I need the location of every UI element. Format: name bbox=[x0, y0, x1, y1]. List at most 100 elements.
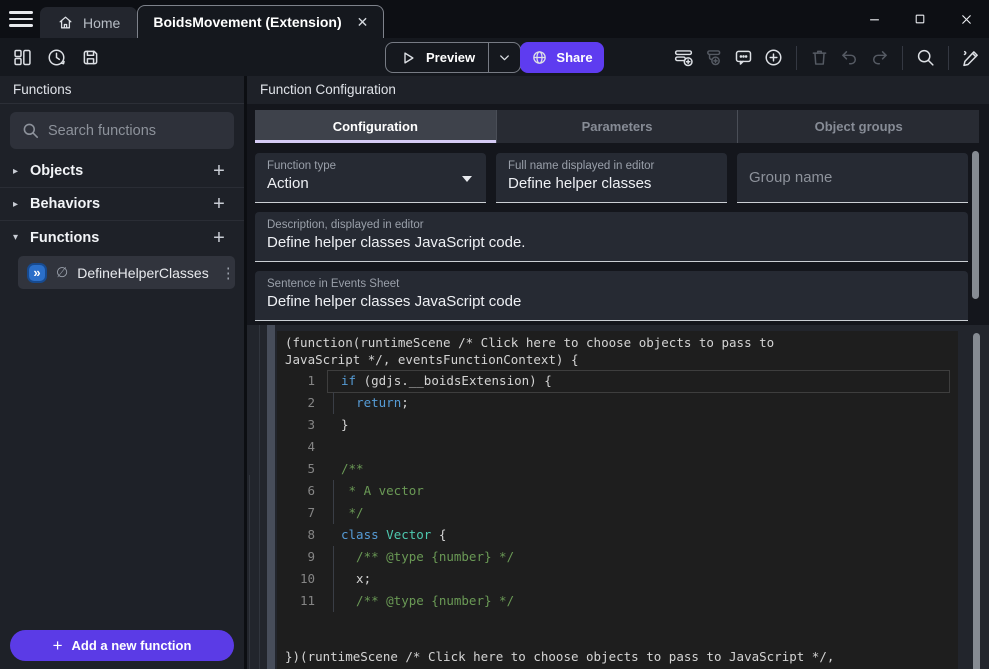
code-line-content: /** bbox=[329, 458, 364, 480]
close-window-button[interactable] bbox=[943, 0, 989, 38]
line-number: 9 bbox=[277, 546, 329, 568]
code-line-content: return; bbox=[329, 392, 409, 414]
code-line-content: /** @type {number} */ bbox=[329, 546, 514, 568]
event-indent-guide bbox=[249, 475, 250, 669]
sidebar-item-label: DefineHelperClasses bbox=[77, 265, 209, 281]
toolbar-left-icons bbox=[12, 42, 101, 72]
tab-parameters[interactable]: Parameters bbox=[496, 110, 738, 143]
add-objects-button[interactable]: + bbox=[207, 161, 231, 181]
preview-button[interactable]: Preview bbox=[386, 43, 488, 72]
code-line[interactable]: 4 bbox=[277, 436, 958, 458]
code-line[interactable]: 8class Vector { bbox=[277, 524, 958, 546]
layout-icon[interactable] bbox=[12, 47, 33, 68]
sidebar-section-label: Functions bbox=[30, 230, 207, 246]
code-token bbox=[341, 395, 356, 410]
configuration-tabs: Configuration Parameters Object groups bbox=[255, 110, 979, 143]
sentence-field: Sentence in Events Sheet bbox=[255, 271, 968, 321]
function-type-value: Action bbox=[267, 175, 474, 192]
preview-dropdown-button[interactable] bbox=[489, 43, 520, 72]
add-new-function-button[interactable]: + Add a new function bbox=[10, 630, 234, 661]
search-icon[interactable] bbox=[915, 47, 936, 68]
private-icon: ∅ bbox=[56, 264, 68, 281]
save-icon[interactable] bbox=[80, 47, 101, 68]
code-line[interactable]: 9 /** @type {number} */ bbox=[277, 546, 958, 568]
menu-button[interactable] bbox=[9, 8, 33, 30]
code-line[interactable]: 6 * A vector bbox=[277, 480, 958, 502]
code-lines[interactable]: 1if (gdjs.__boidsExtension) {2 return;3}… bbox=[277, 370, 958, 612]
add-new-function-label: Add a new function bbox=[72, 638, 192, 653]
add-functions-button[interactable]: + bbox=[207, 228, 231, 248]
sidebar-section-objects[interactable]: ▸Objects+ bbox=[0, 155, 244, 188]
sentence-input[interactable] bbox=[267, 293, 956, 310]
share-button[interactable]: Share bbox=[520, 42, 604, 73]
tab-home-label: Home bbox=[83, 15, 120, 31]
code-line[interactable]: 1if (gdjs.__boidsExtension) { bbox=[277, 370, 958, 392]
line-number: 3 bbox=[277, 414, 329, 436]
code-line[interactable]: 11 /** @type {number} */ bbox=[277, 590, 958, 612]
add-comment-icon[interactable] bbox=[733, 47, 754, 68]
tab-object-groups[interactable]: Object groups bbox=[737, 110, 979, 143]
sidebar-section-label: Behaviors bbox=[30, 196, 207, 212]
add-behaviors-button[interactable]: + bbox=[207, 194, 231, 214]
events-sheet: (function(runtimeScene /* Click here to … bbox=[247, 325, 989, 669]
maximize-button[interactable] bbox=[897, 0, 943, 38]
form-scrollbar[interactable] bbox=[972, 151, 979, 299]
sidebar-section-label: Objects bbox=[30, 163, 207, 179]
functions-sidebar: Functions ▸Objects+▸Behaviors+▾Functions… bbox=[0, 76, 247, 669]
toolbar-divider bbox=[796, 46, 797, 70]
sidebar-section-functions[interactable]: ▾Functions+ bbox=[0, 221, 244, 254]
tab-close-icon[interactable]: ✕ bbox=[357, 14, 369, 31]
full-name-field: Full name displayed in editor bbox=[496, 153, 727, 203]
function-type-select[interactable]: Function type Action bbox=[255, 153, 486, 203]
code-editor-scrollbar[interactable] bbox=[973, 333, 980, 669]
sidebar-section-behaviors[interactable]: ▸Behaviors+ bbox=[0, 188, 244, 221]
code-line[interactable]: 7 */ bbox=[277, 502, 958, 524]
globe-icon bbox=[531, 49, 548, 66]
javascript-code-editor[interactable]: (function(runtimeScene /* Click here to … bbox=[277, 331, 958, 669]
code-token: /** @type {number} */ bbox=[341, 593, 514, 608]
item-menu-icon[interactable]: ⋮ bbox=[218, 264, 239, 282]
code-token: * A vector bbox=[341, 483, 424, 498]
line-number: 1 bbox=[277, 370, 329, 392]
tab-boidsmovement-extension[interactable]: BoidsMovement (Extension) ✕ bbox=[137, 5, 384, 38]
code-line-content: */ bbox=[329, 502, 364, 524]
home-icon bbox=[57, 14, 74, 31]
chevron-right-icon: ▸ bbox=[13, 166, 30, 177]
code-wrapper-footer[interactable]: })(runtimeScene /* Click here to choose … bbox=[277, 612, 958, 669]
minimize-button[interactable] bbox=[851, 0, 897, 38]
preview-label: Preview bbox=[426, 50, 475, 65]
history-icon[interactable] bbox=[46, 47, 67, 68]
titlebar: Home BoidsMovement (Extension) ✕ bbox=[0, 0, 989, 38]
function-type-label: Function type bbox=[267, 160, 474, 172]
code-token: Vector bbox=[386, 527, 431, 542]
tab-home[interactable]: Home bbox=[40, 7, 137, 38]
function-icon: » bbox=[27, 263, 47, 283]
line-number: 2 bbox=[277, 392, 329, 414]
full-name-input[interactable] bbox=[508, 175, 715, 192]
edit-code-icon[interactable] bbox=[961, 47, 982, 68]
sidebar-title: Functions bbox=[0, 76, 244, 104]
code-line[interactable]: 5/** bbox=[277, 458, 958, 480]
search-functions-input[interactable] bbox=[10, 112, 234, 149]
code-header-line: JavaScript */, eventsFunctionContext) { bbox=[285, 351, 952, 368]
sentence-label: Sentence in Events Sheet bbox=[267, 278, 956, 290]
event-drag-handle[interactable] bbox=[267, 325, 275, 669]
group-name-input[interactable] bbox=[749, 169, 956, 186]
code-line[interactable]: 10 x; bbox=[277, 568, 958, 590]
chevron-right-icon: ▸ bbox=[13, 199, 30, 210]
add-circle-icon[interactable] bbox=[763, 47, 784, 68]
code-header-line: (function(runtimeScene /* Click here to … bbox=[285, 334, 952, 351]
code-line[interactable]: 3} bbox=[277, 414, 958, 436]
code-wrapper-header[interactable]: (function(runtimeScene /* Click here to … bbox=[277, 331, 958, 370]
sidebar-tree: ▸Objects+▸Behaviors+▾Functions+»∅DefineH… bbox=[0, 155, 244, 630]
code-token: x; bbox=[341, 571, 371, 586]
add-event-icon[interactable] bbox=[673, 47, 694, 68]
tab-configuration[interactable]: Configuration bbox=[255, 110, 496, 143]
line-number: 6 bbox=[277, 480, 329, 502]
sidebar-item-definehelperclasses[interactable]: »∅DefineHelperClasses⋮ bbox=[18, 256, 235, 289]
line-number: 8 bbox=[277, 524, 329, 546]
tab-label: Parameters bbox=[582, 119, 653, 134]
description-input[interactable] bbox=[267, 234, 956, 251]
code-line[interactable]: 2 return; bbox=[277, 392, 958, 414]
code-token: /** bbox=[341, 461, 364, 476]
